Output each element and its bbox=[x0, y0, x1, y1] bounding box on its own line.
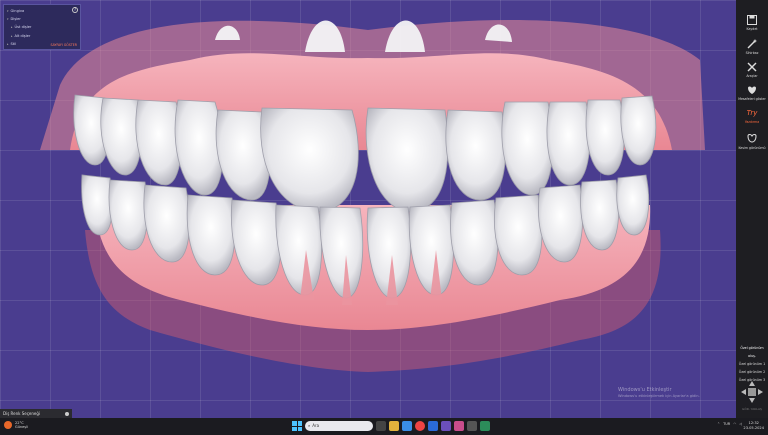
right-toolbar: Kaydet Sihirbaz Araçlar Mesafeleri göste… bbox=[736, 0, 768, 418]
tree-item-label: Üst dişler bbox=[14, 25, 32, 30]
teams-icon[interactable] bbox=[441, 421, 451, 431]
tree-item-label: Stil bbox=[10, 41, 17, 46]
tool-label: Kaydet bbox=[746, 27, 758, 31]
start-button[interactable] bbox=[292, 421, 302, 431]
help-icon[interactable]: ? bbox=[72, 7, 78, 13]
chrome-icon[interactable] bbox=[415, 421, 425, 431]
tree-item-upper-teeth[interactable]: ▸ Üst dişler bbox=[7, 23, 77, 31]
custom-view-2[interactable]: Özel görünüm 2 bbox=[736, 368, 768, 376]
scene-tree-panel: ? ▾ Gingiva ▾ Dişler ▸ Üst dişler ▸ Alt … bbox=[3, 4, 81, 50]
tray-chevron-icon[interactable]: ⌃ bbox=[717, 422, 720, 426]
view-navigation-pad[interactable] bbox=[740, 380, 764, 404]
tree-item-teeth[interactable]: ▾ Dişler bbox=[7, 15, 77, 23]
weather-widget[interactable]: 22°C Güneşli bbox=[4, 421, 28, 429]
activation-watermark: Windows'u Etkinleştir Windows'u etkinleş… bbox=[618, 387, 700, 398]
tree-item-label: Dişler bbox=[10, 17, 21, 22]
tools-icon bbox=[747, 62, 757, 72]
wizard-icon bbox=[747, 39, 757, 49]
tree-item-gingiva[interactable]: ▾ Gingiva bbox=[7, 7, 77, 15]
app-icon[interactable] bbox=[467, 421, 477, 431]
section-view-button[interactable]: Kesim görünümü bbox=[736, 133, 768, 150]
clock-date: 23.05.2024 bbox=[743, 426, 764, 430]
navpad-label: GÖR. YAKLAŞ bbox=[742, 407, 762, 411]
distance-icon bbox=[748, 86, 756, 94]
volume-icon[interactable]: ◁ bbox=[739, 422, 742, 426]
taskbar-apps: ⌕ Ara bbox=[292, 421, 490, 431]
custom-views-title[interactable]: Özel görünüm oluş. bbox=[736, 344, 768, 360]
chevron-icon[interactable]: ▸ bbox=[11, 23, 13, 31]
language-indicator[interactable]: TUR bbox=[723, 422, 730, 426]
weather-condition: Güneşli bbox=[15, 425, 29, 429]
save-icon bbox=[747, 15, 757, 25]
panel-title: Diş Renk Seçeneği bbox=[3, 411, 41, 416]
chevron-icon[interactable]: ▾ bbox=[7, 7, 9, 15]
dental-app-icon[interactable] bbox=[454, 421, 464, 431]
tool-label: Mesafeleri göster bbox=[738, 97, 766, 101]
3d-viewport[interactable]: ? ▾ Gingiva ▾ Dişler ▸ Üst dişler ▸ Alt … bbox=[0, 0, 736, 418]
save-button[interactable]: Kaydet bbox=[736, 14, 768, 31]
watermark-title: Windows'u Etkinleştir bbox=[618, 387, 672, 393]
chevron-icon[interactable]: ▸ bbox=[11, 32, 13, 40]
custom-view-1[interactable]: Özel görünüm 1 bbox=[736, 360, 768, 368]
tool-label: Sihirbaz bbox=[745, 51, 759, 55]
tool-label: Araçlar bbox=[746, 74, 758, 78]
wizard-button[interactable]: Sihirbaz bbox=[736, 38, 768, 55]
system-tray: ⌃ TUR ◠ ◁ bbox=[717, 422, 742, 426]
sun-icon bbox=[4, 421, 12, 429]
taskbar: 22°C Güneşli ⌕ Ara ⌃ TUR ◠ ◁ 12:32 23.05… bbox=[0, 418, 768, 435]
word-icon[interactable] bbox=[428, 421, 438, 431]
watermark-subtitle: Windows'u etkinleştirmek için Ayarlar'a … bbox=[618, 394, 700, 398]
custom-views: Özel görünüm oluş. Özel görünüm 1 Özel g… bbox=[736, 344, 768, 384]
tree-item-label: Alt dişler bbox=[14, 33, 31, 38]
try-button[interactable]: Try Yazdırma bbox=[736, 107, 768, 124]
tool-label: Yazdırma bbox=[744, 120, 760, 124]
edge-icon[interactable] bbox=[402, 421, 412, 431]
show-page-link[interactable]: SAYFAYI GÖSTER bbox=[50, 43, 77, 47]
tree-item-label: Gingiva bbox=[10, 9, 25, 14]
tools-button[interactable]: Araçlar bbox=[736, 61, 768, 78]
search-placeholder: Ara bbox=[312, 423, 320, 428]
clock[interactable]: 12:32 23.05.2024 bbox=[743, 421, 764, 431]
tooth-section-icon bbox=[747, 134, 757, 143]
tool-label: Kesim görünümü bbox=[738, 146, 766, 150]
wifi-icon[interactable]: ◠ bbox=[733, 422, 736, 426]
file-explorer-icon[interactable] bbox=[389, 421, 399, 431]
panel-close-icon[interactable] bbox=[65, 412, 69, 416]
try-icon: Try bbox=[746, 109, 758, 117]
taskbar-search[interactable]: ⌕ Ara bbox=[305, 421, 373, 431]
chevron-icon[interactable]: ▸ bbox=[7, 40, 9, 48]
search-icon: ⌕ bbox=[308, 423, 311, 428]
show-distances-button[interactable]: Mesafeleri göster bbox=[736, 84, 768, 101]
chevron-icon[interactable]: ▾ bbox=[7, 15, 9, 23]
dental-model[interactable] bbox=[0, 0, 736, 418]
task-view-icon[interactable] bbox=[376, 421, 386, 431]
app-icon-2[interactable] bbox=[480, 421, 490, 431]
tree-item-lower-teeth[interactable]: ▸ Alt dişler bbox=[7, 32, 77, 40]
